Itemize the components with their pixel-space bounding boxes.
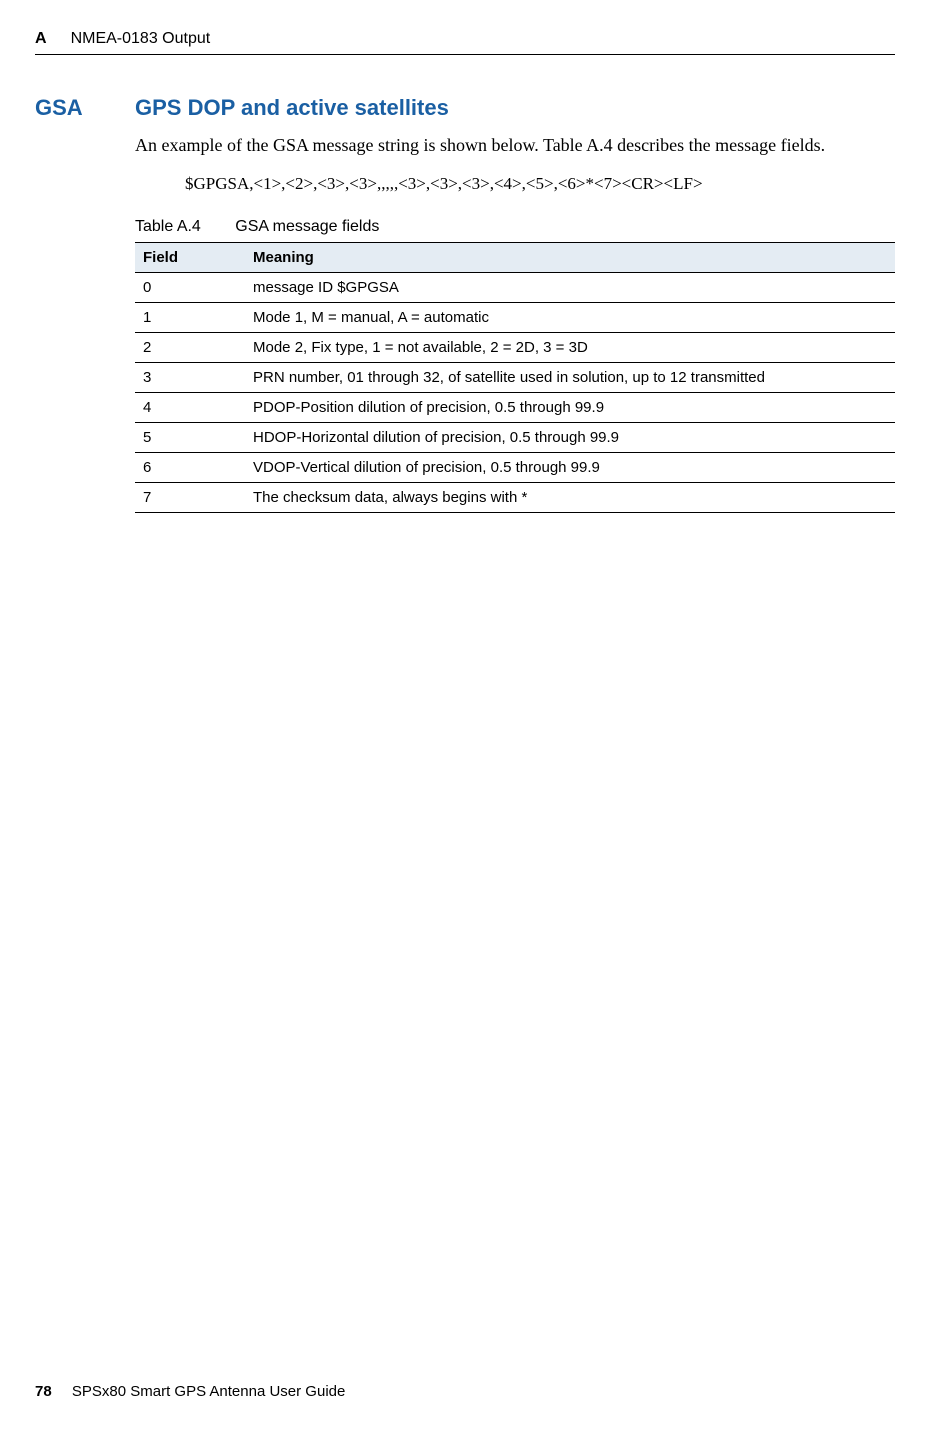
col-header-meaning: Meaning xyxy=(245,243,895,273)
intro-paragraph: An example of the GSA message string is … xyxy=(135,133,895,158)
section-container: GSA GPS DOP and active satellites An exa… xyxy=(35,95,895,513)
content-column: GPS DOP and active satellites An example… xyxy=(135,95,895,513)
table-caption: Table A.4 GSA message fields xyxy=(135,218,895,236)
cell-meaning: HDOP-Horizontal dilution of precision, 0… xyxy=(245,423,895,453)
page-number: 78 xyxy=(35,1383,52,1400)
page-header: A NMEA-0183 Output xyxy=(35,30,895,48)
cell-meaning: message ID $GPGSA xyxy=(245,273,895,303)
cell-field: 6 xyxy=(135,453,245,483)
cell-field: 5 xyxy=(135,423,245,453)
cell-field: 4 xyxy=(135,393,245,423)
table-row: 5 HDOP-Horizontal dilution of precision,… xyxy=(135,423,895,453)
header-rule xyxy=(35,54,895,55)
table-row: 3 PRN number, 01 through 32, of satellit… xyxy=(135,363,895,393)
table-header-row: Field Meaning xyxy=(135,243,895,273)
page-footer: 78 SPSx80 Smart GPS Antenna User Guide xyxy=(35,1383,345,1400)
cell-meaning: Mode 1, M = manual, A = automatic xyxy=(245,303,895,333)
cell-meaning: VDOP-Vertical dilution of precision, 0.5… xyxy=(245,453,895,483)
table-title: GSA message fields xyxy=(235,218,379,235)
table-row: 7 The checksum data, always begins with … xyxy=(135,483,895,513)
col-header-field: Field xyxy=(135,243,245,273)
cell-field: 2 xyxy=(135,333,245,363)
cell-field: 1 xyxy=(135,303,245,333)
table-row: 0 message ID $GPGSA xyxy=(135,273,895,303)
example-string: $GPGSA,<1>,<2>,<3>,<3>,,,,,<3>,<3>,<3>,<… xyxy=(185,174,895,194)
cell-field: 7 xyxy=(135,483,245,513)
cell-meaning: The checksum data, always begins with * xyxy=(245,483,895,513)
cell-field: 3 xyxy=(135,363,245,393)
table-row: 6 VDOP-Vertical dilution of precision, 0… xyxy=(135,453,895,483)
table-row: 4 PDOP-Position dilution of precision, 0… xyxy=(135,393,895,423)
cell-field: 0 xyxy=(135,273,245,303)
cell-meaning: Mode 2, Fix type, 1 = not available, 2 =… xyxy=(245,333,895,363)
cell-meaning: PDOP-Position dilution of precision, 0.5… xyxy=(245,393,895,423)
section-heading: GPS DOP and active satellites xyxy=(135,95,895,121)
cell-meaning: PRN number, 01 through 32, of satellite … xyxy=(245,363,895,393)
table-row: 1 Mode 1, M = manual, A = automatic xyxy=(135,303,895,333)
section-code: GSA xyxy=(35,95,135,513)
fields-table: Field Meaning 0 message ID $GPGSA 1 Mode… xyxy=(135,242,895,513)
footer-doc-title: SPSx80 Smart GPS Antenna User Guide xyxy=(72,1383,345,1400)
table-number: Table A.4 xyxy=(135,218,201,235)
appendix-letter: A xyxy=(35,30,47,48)
table-row: 2 Mode 2, Fix type, 1 = not available, 2… xyxy=(135,333,895,363)
header-title: NMEA-0183 Output xyxy=(71,30,211,48)
